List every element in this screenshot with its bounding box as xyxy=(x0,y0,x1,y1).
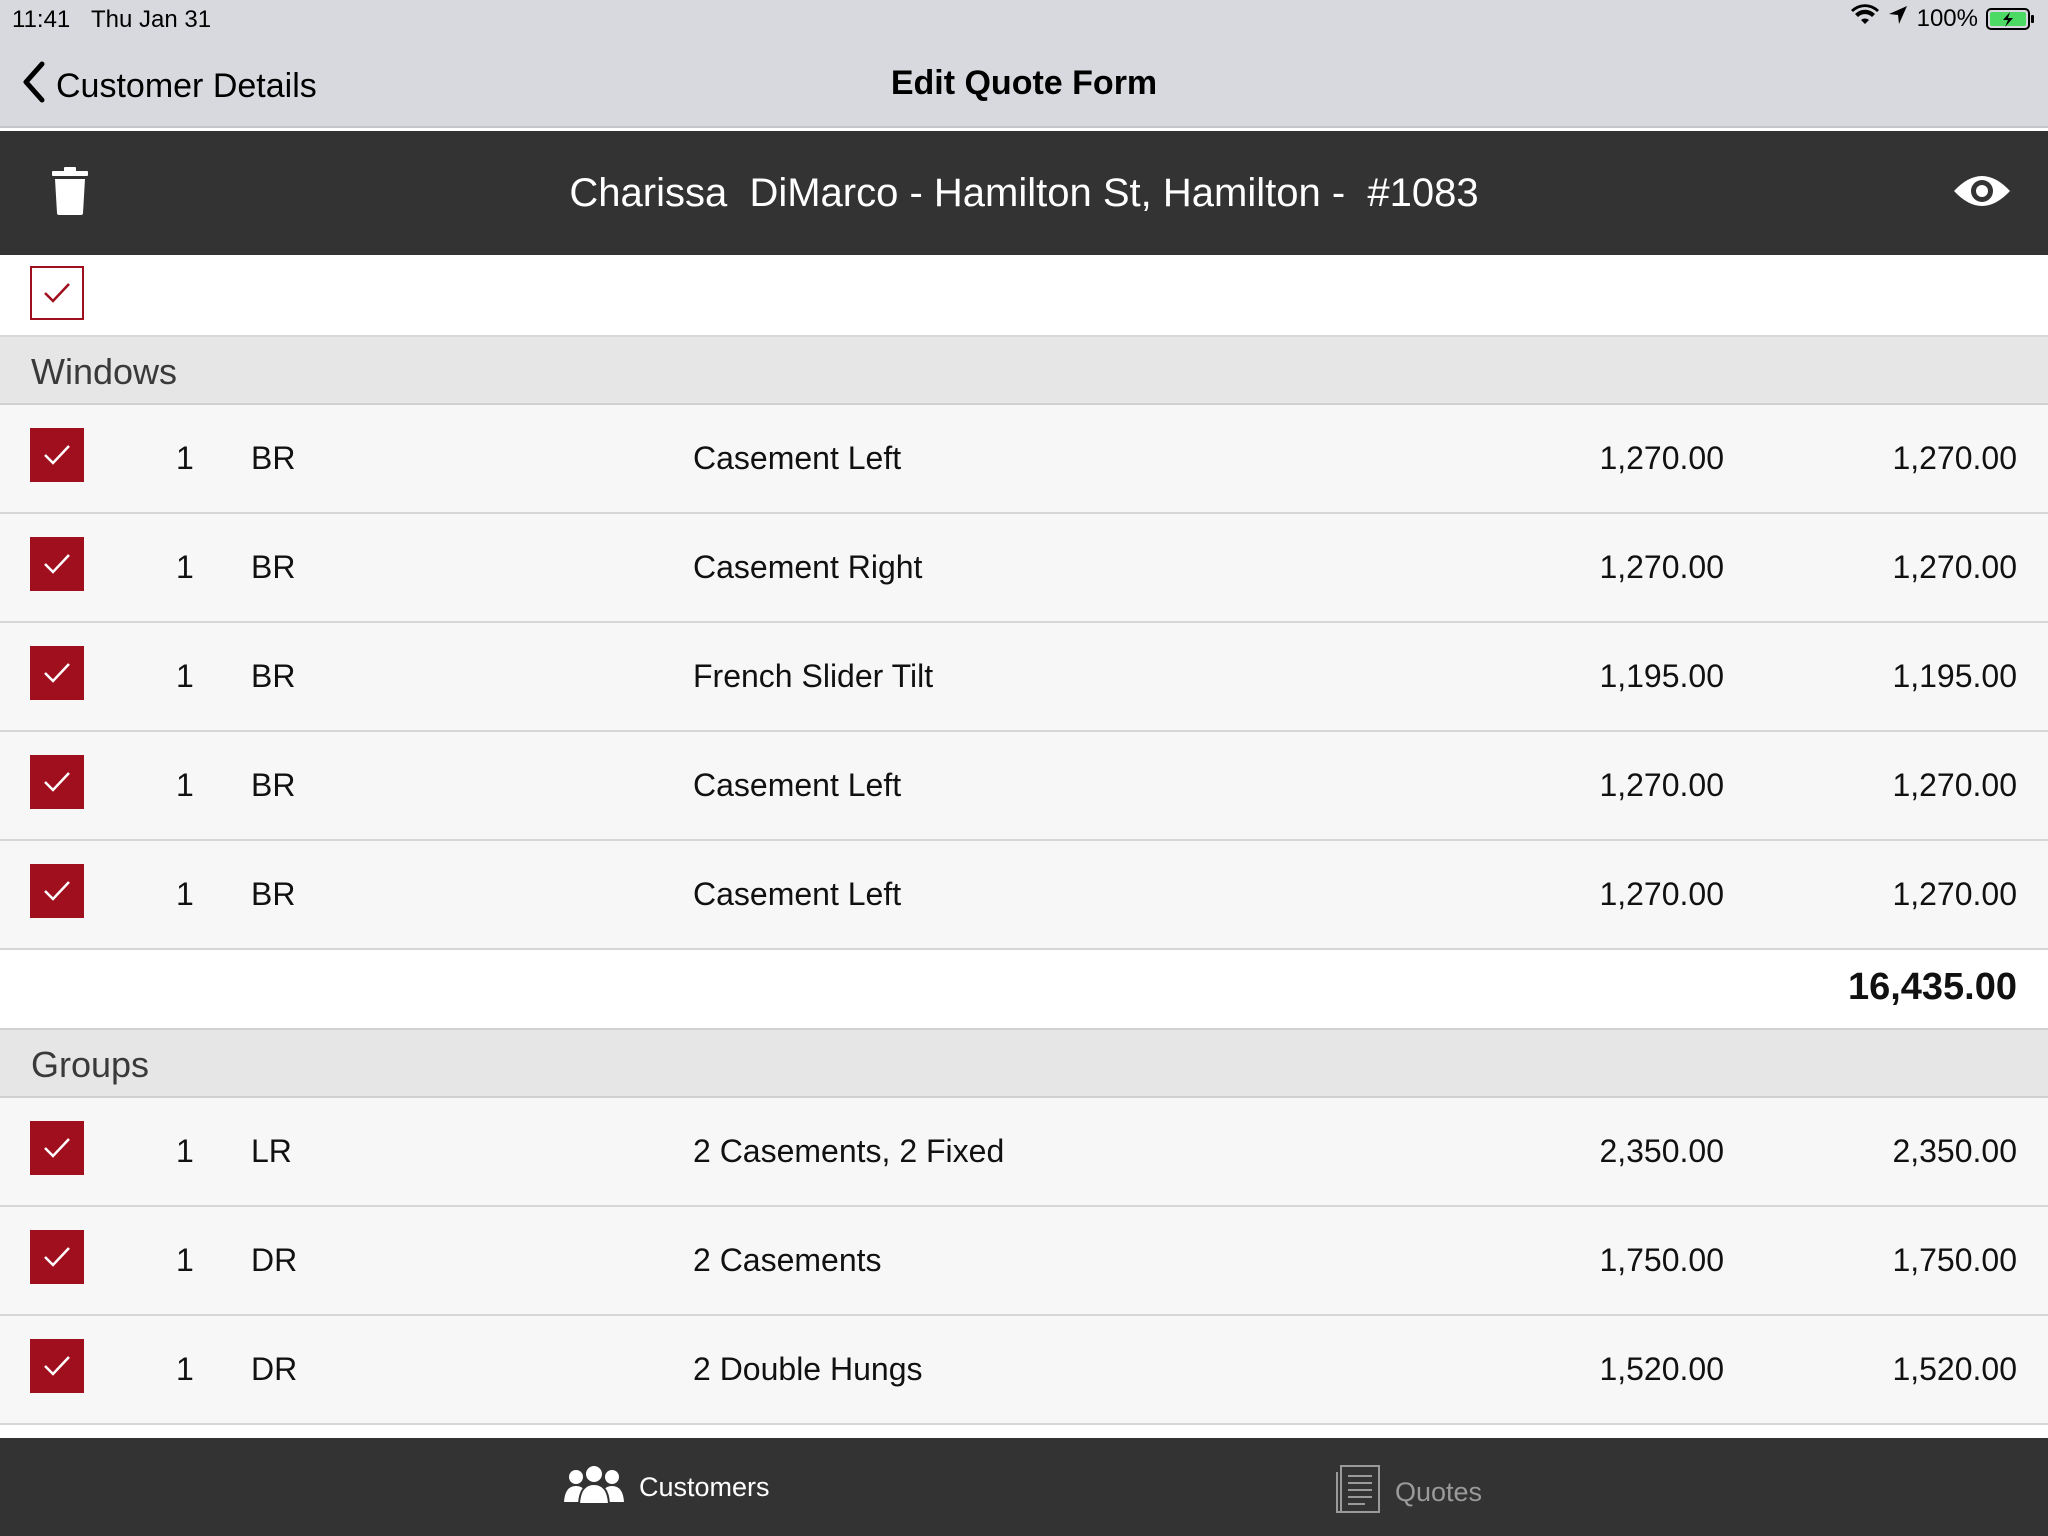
table-row[interactable]: 1 BR Casement Left 1,270.00 1,270.00 xyxy=(0,732,2048,841)
checkmark-icon xyxy=(44,1356,70,1376)
status-time: 11:41 xyxy=(12,6,71,33)
wifi-icon xyxy=(1850,4,1879,33)
battery-percent: 100% xyxy=(1916,4,1978,32)
item-checkbox[interactable] xyxy=(30,537,84,591)
item-qty: 1 xyxy=(176,440,194,476)
item-total: 1,270.00 xyxy=(1892,549,2017,585)
item-qty: 1 xyxy=(176,1242,194,1278)
tab-customers[interactable]: Customers xyxy=(563,1464,770,1511)
item-qty: 1 xyxy=(176,658,194,694)
item-checkbox[interactable] xyxy=(30,1339,84,1393)
item-total: 1,520.00 xyxy=(1892,1351,2017,1387)
item-total: 2,350.00 xyxy=(1892,1133,2017,1169)
item-description: French Slider Tilt xyxy=(693,658,934,694)
item-room: BR xyxy=(251,767,296,803)
location-arrow-icon xyxy=(1887,4,1909,33)
item-description: 2 Casements, 2 Fixed xyxy=(693,1133,1005,1169)
checkmark-icon xyxy=(44,881,70,901)
item-price: 1,750.00 xyxy=(1599,1242,1724,1278)
table-row[interactable]: 1 BR Casement Left 1,270.00 1,270.00 xyxy=(0,405,2048,514)
status-right: 100% xyxy=(1850,4,2036,33)
section-label: Groups xyxy=(31,1044,150,1085)
checkmark-icon xyxy=(44,1138,70,1158)
item-room: BR xyxy=(251,440,296,476)
windows-subtotal: 16,435.00 xyxy=(1847,966,2017,1008)
document-icon xyxy=(1335,1464,1381,1521)
tab-customers-label: Customers xyxy=(639,1472,770,1502)
navigation-bar: Customer Details Edit Quote Form xyxy=(0,40,2048,128)
checkmark-icon xyxy=(44,445,70,465)
table-row[interactable]: 1 BR Casement Left 1,270.00 1,270.00 xyxy=(0,841,2048,950)
battery-charging-icon xyxy=(1986,7,2036,31)
item-checkbox[interactable] xyxy=(30,755,84,809)
checkmark-icon xyxy=(44,772,70,792)
item-total: 1,750.00 xyxy=(1892,1242,2017,1278)
item-qty: 1 xyxy=(176,876,194,912)
status-date: Thu Jan 31 xyxy=(91,6,212,33)
checkmark-icon xyxy=(44,283,70,303)
eye-icon[interactable] xyxy=(1952,171,2012,211)
checkmark-icon xyxy=(44,663,70,683)
table-row[interactable]: 1 LR 2 Casements, 2 Fixed 2,350.00 2,350… xyxy=(0,1098,2048,1207)
item-description: 2 Double Hungs xyxy=(693,1351,923,1387)
customer-quote-title: Charissa DiMarco - Hamilton St, Hamilton… xyxy=(569,171,1479,215)
select-all-checkbox[interactable] xyxy=(30,266,84,320)
item-price: 1,270.00 xyxy=(1599,767,1724,803)
item-room: DR xyxy=(251,1242,298,1278)
table-row[interactable]: 1 DR 2 Double Hungs 1,520.00 1,520.00 xyxy=(0,1316,2048,1425)
item-qty: 1 xyxy=(176,1351,194,1387)
checkmark-icon xyxy=(44,1247,70,1267)
tab-bar: Customers Quotes xyxy=(0,1438,2048,1536)
item-price: 1,520.00 xyxy=(1599,1351,1724,1387)
people-icon xyxy=(563,1464,625,1511)
item-price: 1,270.00 xyxy=(1599,440,1724,476)
section-header-windows: Windows xyxy=(0,337,2048,405)
item-checkbox[interactable] xyxy=(30,1121,84,1175)
item-total: 1,195.00 xyxy=(1892,658,2017,694)
item-description: Casement Left xyxy=(693,876,902,912)
item-qty: 1 xyxy=(176,767,194,803)
checkmark-icon xyxy=(44,554,70,574)
item-room: DR xyxy=(251,1351,298,1387)
item-price: 1,270.00 xyxy=(1599,876,1724,912)
status-bar: 11:41 Thu Jan 31 100% xyxy=(0,0,2048,40)
item-checkbox[interactable] xyxy=(30,428,84,482)
item-room: LR xyxy=(251,1133,292,1169)
item-checkbox[interactable] xyxy=(30,1230,84,1284)
item-checkbox[interactable] xyxy=(30,646,84,700)
item-price: 1,270.00 xyxy=(1599,549,1724,585)
section-header-groups: Groups xyxy=(0,1030,2048,1098)
item-qty: 1 xyxy=(176,549,194,585)
item-total: 1,270.00 xyxy=(1892,767,2017,803)
page-title: Edit Quote Form xyxy=(890,64,1158,102)
item-description: Casement Left xyxy=(693,767,902,803)
tab-quotes[interactable]: Quotes xyxy=(1335,1464,1482,1521)
quote-header: Charissa DiMarco - Hamilton St, Hamilton… xyxy=(0,131,2048,255)
select-all-row xyxy=(0,255,2048,337)
item-price: 2,350.00 xyxy=(1599,1133,1724,1169)
tab-quotes-label: Quotes xyxy=(1395,1477,1483,1507)
table-row[interactable]: 1 BR French Slider Tilt 1,195.00 1,195.0… xyxy=(0,623,2048,732)
item-checkbox[interactable] xyxy=(30,864,84,918)
windows-subtotal-row: 16,435.00 xyxy=(0,950,2048,1030)
item-room: BR xyxy=(251,549,296,585)
item-price: 1,195.00 xyxy=(1599,658,1724,694)
table-row[interactable]: 1 DR 2 Casements 1,750.00 1,750.00 xyxy=(0,1207,2048,1316)
item-description: Casement Left xyxy=(693,440,902,476)
item-total: 1,270.00 xyxy=(1892,440,2017,476)
table-row[interactable]: 1 BR Casement Right 1,270.00 1,270.00 xyxy=(0,514,2048,623)
section-label: Windows xyxy=(31,351,178,392)
item-room: BR xyxy=(251,876,296,912)
item-room: BR xyxy=(251,658,296,694)
item-description: Casement Right xyxy=(693,549,923,585)
item-description: 2 Casements xyxy=(693,1242,882,1278)
item-qty: 1 xyxy=(176,1133,194,1169)
item-total: 1,270.00 xyxy=(1892,876,2017,912)
